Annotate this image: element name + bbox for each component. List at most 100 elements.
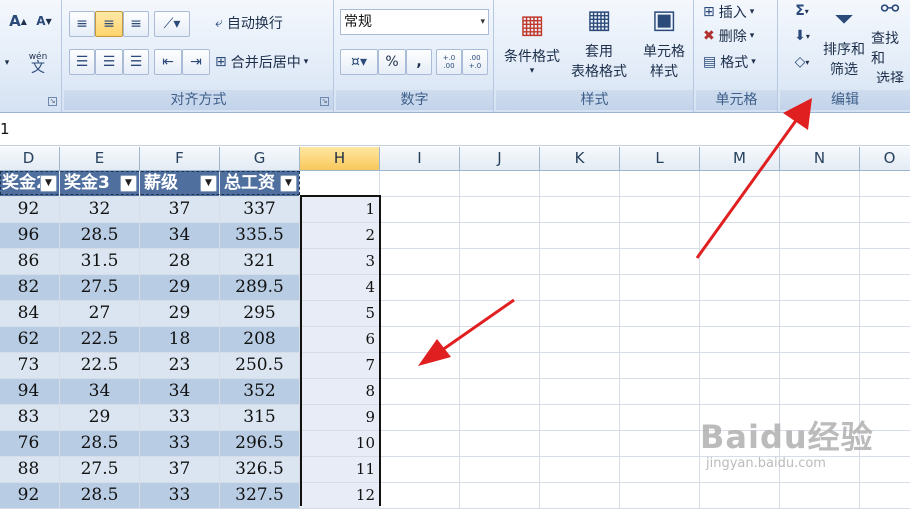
format-as-table-button[interactable]: ▦ 套用 表格格式 bbox=[566, 2, 632, 84]
table-cell[interactable]: 27.5 bbox=[60, 457, 140, 483]
empty-cell[interactable] bbox=[860, 197, 910, 223]
column-header-h[interactable]: H bbox=[300, 147, 380, 171]
empty-cell[interactable] bbox=[460, 431, 540, 457]
empty-cell[interactable] bbox=[700, 249, 780, 275]
empty-cell[interactable] bbox=[380, 223, 460, 249]
increase-decimal-button[interactable]: +.0 .00 bbox=[436, 49, 462, 75]
column-header-o[interactable]: O bbox=[860, 147, 910, 171]
phonetic-button[interactable]: wén 文 bbox=[20, 48, 56, 78]
empty-cell[interactable] bbox=[860, 249, 910, 275]
table-cell[interactable]: 29 bbox=[60, 405, 140, 431]
conditional-format-button[interactable]: ▦ 条件格式 ▾ bbox=[500, 2, 564, 84]
filter-dropdown-icon[interactable]: ▼ bbox=[280, 175, 297, 192]
empty-cell[interactable] bbox=[780, 223, 860, 249]
table-cell[interactable]: 62 bbox=[0, 327, 60, 353]
formula-bar[interactable]: 1 bbox=[0, 114, 910, 146]
empty-cell[interactable] bbox=[620, 457, 700, 483]
table-cell[interactable]: 29 bbox=[140, 301, 220, 327]
table-cell[interactable]: 33 bbox=[140, 431, 220, 457]
insert-button[interactable]: ⊞ 插入 ▾ bbox=[702, 0, 774, 24]
filter-dropdown-icon[interactable]: ▼ bbox=[200, 175, 217, 192]
empty-cell[interactable] bbox=[460, 405, 540, 431]
helper-column-cell[interactable]: 11 bbox=[300, 457, 380, 483]
table-cell[interactable]: 84 bbox=[0, 301, 60, 327]
empty-cell[interactable] bbox=[620, 301, 700, 327]
autosum-button[interactable]: Σ ▾ bbox=[784, 0, 820, 22]
empty-cell[interactable] bbox=[620, 483, 700, 509]
empty-cell[interactable] bbox=[780, 275, 860, 301]
increase-indent-button[interactable]: ⇥ bbox=[182, 49, 210, 75]
empty-cell[interactable] bbox=[540, 483, 620, 509]
empty-cell[interactable] bbox=[620, 223, 700, 249]
empty-cell[interactable] bbox=[860, 275, 910, 301]
empty-cell[interactable] bbox=[620, 379, 700, 405]
helper-column-cell[interactable]: 4 bbox=[300, 275, 380, 301]
helper-column-cell[interactable]: 2 bbox=[300, 223, 380, 249]
table-cell[interactable]: 27 bbox=[60, 301, 140, 327]
table-cell[interactable]: 94 bbox=[0, 379, 60, 405]
empty-cell[interactable] bbox=[540, 249, 620, 275]
empty-cell[interactable] bbox=[620, 249, 700, 275]
table-cell[interactable]: 28.5 bbox=[60, 431, 140, 457]
empty-cell[interactable] bbox=[380, 249, 460, 275]
filter-dropdown-icon[interactable]: ▼ bbox=[120, 175, 137, 192]
shrink-font-button[interactable]: A ▼ bbox=[32, 8, 56, 34]
table-header-cell[interactable]: 总工资 ▼ bbox=[220, 171, 300, 197]
table-cell[interactable]: 208 bbox=[220, 327, 300, 353]
empty-cell[interactable] bbox=[700, 171, 780, 197]
decrease-indent-button[interactable]: ⇤ bbox=[154, 49, 182, 75]
number-format-select[interactable]: 常规 ▾ bbox=[340, 9, 489, 35]
empty-cell[interactable] bbox=[460, 457, 540, 483]
table-cell[interactable]: 250.5 bbox=[220, 353, 300, 379]
table-cell[interactable]: 327.5 bbox=[220, 483, 300, 509]
decrease-decimal-button[interactable]: .00 +.0 bbox=[462, 49, 488, 75]
empty-cell[interactable] bbox=[540, 327, 620, 353]
comma-button[interactable]: , bbox=[406, 49, 432, 75]
empty-cell[interactable] bbox=[380, 301, 460, 327]
table-cell[interactable]: 295 bbox=[220, 301, 300, 327]
table-cell[interactable]: 92 bbox=[0, 197, 60, 223]
empty-cell[interactable] bbox=[380, 327, 460, 353]
column-header-g[interactable]: G bbox=[220, 147, 300, 171]
empty-cell[interactable] bbox=[860, 379, 910, 405]
fill-button[interactable]: ⬇ ▾ bbox=[784, 24, 820, 48]
column-header-l[interactable]: L bbox=[620, 147, 700, 171]
empty-cell[interactable] bbox=[460, 379, 540, 405]
table-cell[interactable]: 335.5 bbox=[220, 223, 300, 249]
helper-column-cell[interactable]: 12 bbox=[300, 483, 380, 509]
empty-cell[interactable] bbox=[540, 197, 620, 223]
font-launcher-icon[interactable]: ↘ bbox=[48, 97, 57, 106]
empty-cell[interactable] bbox=[460, 327, 540, 353]
empty-cell[interactable] bbox=[860, 223, 910, 249]
table-header-cell[interactable]: 奖金2 ▼ bbox=[0, 171, 60, 197]
table-cell[interactable]: 34 bbox=[140, 223, 220, 249]
empty-cell[interactable] bbox=[380, 457, 460, 483]
align-left-button[interactable]: ☰ bbox=[69, 49, 95, 75]
empty-cell[interactable] bbox=[780, 301, 860, 327]
empty-cell[interactable] bbox=[700, 223, 780, 249]
empty-cell[interactable] bbox=[380, 353, 460, 379]
column-header-e[interactable]: E bbox=[60, 147, 140, 171]
table-cell[interactable]: 22.5 bbox=[60, 353, 140, 379]
merge-center-button[interactable]: ⊞ 合并后居中 ▾ bbox=[214, 49, 332, 75]
table-cell[interactable]: 96 bbox=[0, 223, 60, 249]
table-cell[interactable]: 28 bbox=[140, 249, 220, 275]
column-header-i[interactable]: I bbox=[380, 147, 460, 171]
empty-cell[interactable] bbox=[540, 301, 620, 327]
empty-cell[interactable] bbox=[620, 431, 700, 457]
column-header-j[interactable]: J bbox=[460, 147, 540, 171]
empty-cell[interactable] bbox=[780, 249, 860, 275]
table-cell[interactable]: 88 bbox=[0, 457, 60, 483]
empty-cell[interactable] bbox=[460, 353, 540, 379]
empty-cell[interactable] bbox=[860, 301, 910, 327]
empty-cell[interactable] bbox=[380, 431, 460, 457]
table-cell[interactable]: 18 bbox=[140, 327, 220, 353]
helper-column-cell[interactable]: 8 bbox=[300, 379, 380, 405]
table-cell[interactable]: 315 bbox=[220, 405, 300, 431]
empty-cell[interactable] bbox=[380, 171, 460, 197]
empty-cell[interactable] bbox=[780, 327, 860, 353]
align-middle-button[interactable]: ≡ bbox=[95, 11, 123, 37]
table-cell[interactable]: 73 bbox=[0, 353, 60, 379]
table-cell[interactable]: 37 bbox=[140, 457, 220, 483]
empty-cell[interactable] bbox=[700, 197, 780, 223]
